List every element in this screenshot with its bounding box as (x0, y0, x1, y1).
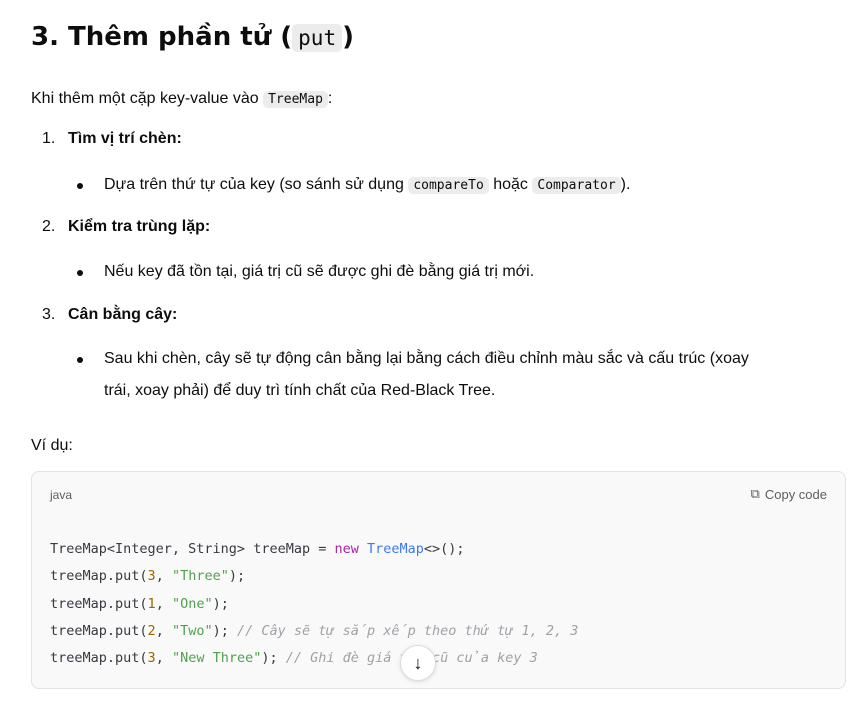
step-number: 1. (42, 130, 56, 147)
step-title: Kiểm tra trùng lặp: (68, 218, 211, 235)
step-number: 3. (42, 306, 56, 323)
scroll-down-button[interactable]: ↓ (400, 645, 436, 681)
bullet (77, 270, 83, 276)
arrow-down-icon: ↓ (413, 652, 423, 673)
step-bullet: Sau khi chèn, cây sẽ tự động cân bằng lạ… (104, 350, 749, 367)
copy-icon: ⧉ (750, 486, 760, 501)
step-number: 2. (42, 218, 56, 235)
copy-code-button[interactable]: ⧉ Copy code (751, 486, 827, 502)
step-title: Tìm vị trí chèn: (68, 130, 182, 147)
code-language: java (50, 488, 73, 502)
code-line: treeMap.put(2, "Two"); // Cây sẽ tự sắp … (50, 622, 579, 639)
step-title: Cân bằng cây: (68, 306, 178, 323)
code-content: TreeMap<Integer, String> treeMap = new T… (50, 536, 578, 672)
code-line: TreeMap<Integer, String> treeMap = new T… (50, 541, 465, 557)
code-line: treeMap.put(3, "Three"); (50, 568, 246, 585)
step-bullet: Nếu key đã tồn tại, giá trị cũ sẽ được g… (104, 263, 535, 280)
copy-label: Copy code (764, 486, 827, 502)
code-block: java ⧉ Copy code TreeMap<Integer, String>… (31, 471, 846, 689)
bullet (77, 357, 83, 363)
code-line: treeMap.put(3, "New Three"); // Ghi đè g… (50, 650, 538, 667)
step-bullet: Dựa trên thứ tự của key (so sánh sử dụng… (104, 176, 631, 194)
example-label: Ví dụ: (31, 437, 73, 454)
code-line: treeMap.put(1, "One"); (50, 595, 229, 612)
step-bullet-cont: trái, xoay phải) để duy trì tính chất củ… (104, 382, 496, 399)
intro-text: Khi thêm một cặp key-value vào TreeMap: (31, 90, 333, 108)
section-heading: 3. Thêm phần tử (put) (31, 22, 354, 52)
bullet (77, 183, 83, 189)
